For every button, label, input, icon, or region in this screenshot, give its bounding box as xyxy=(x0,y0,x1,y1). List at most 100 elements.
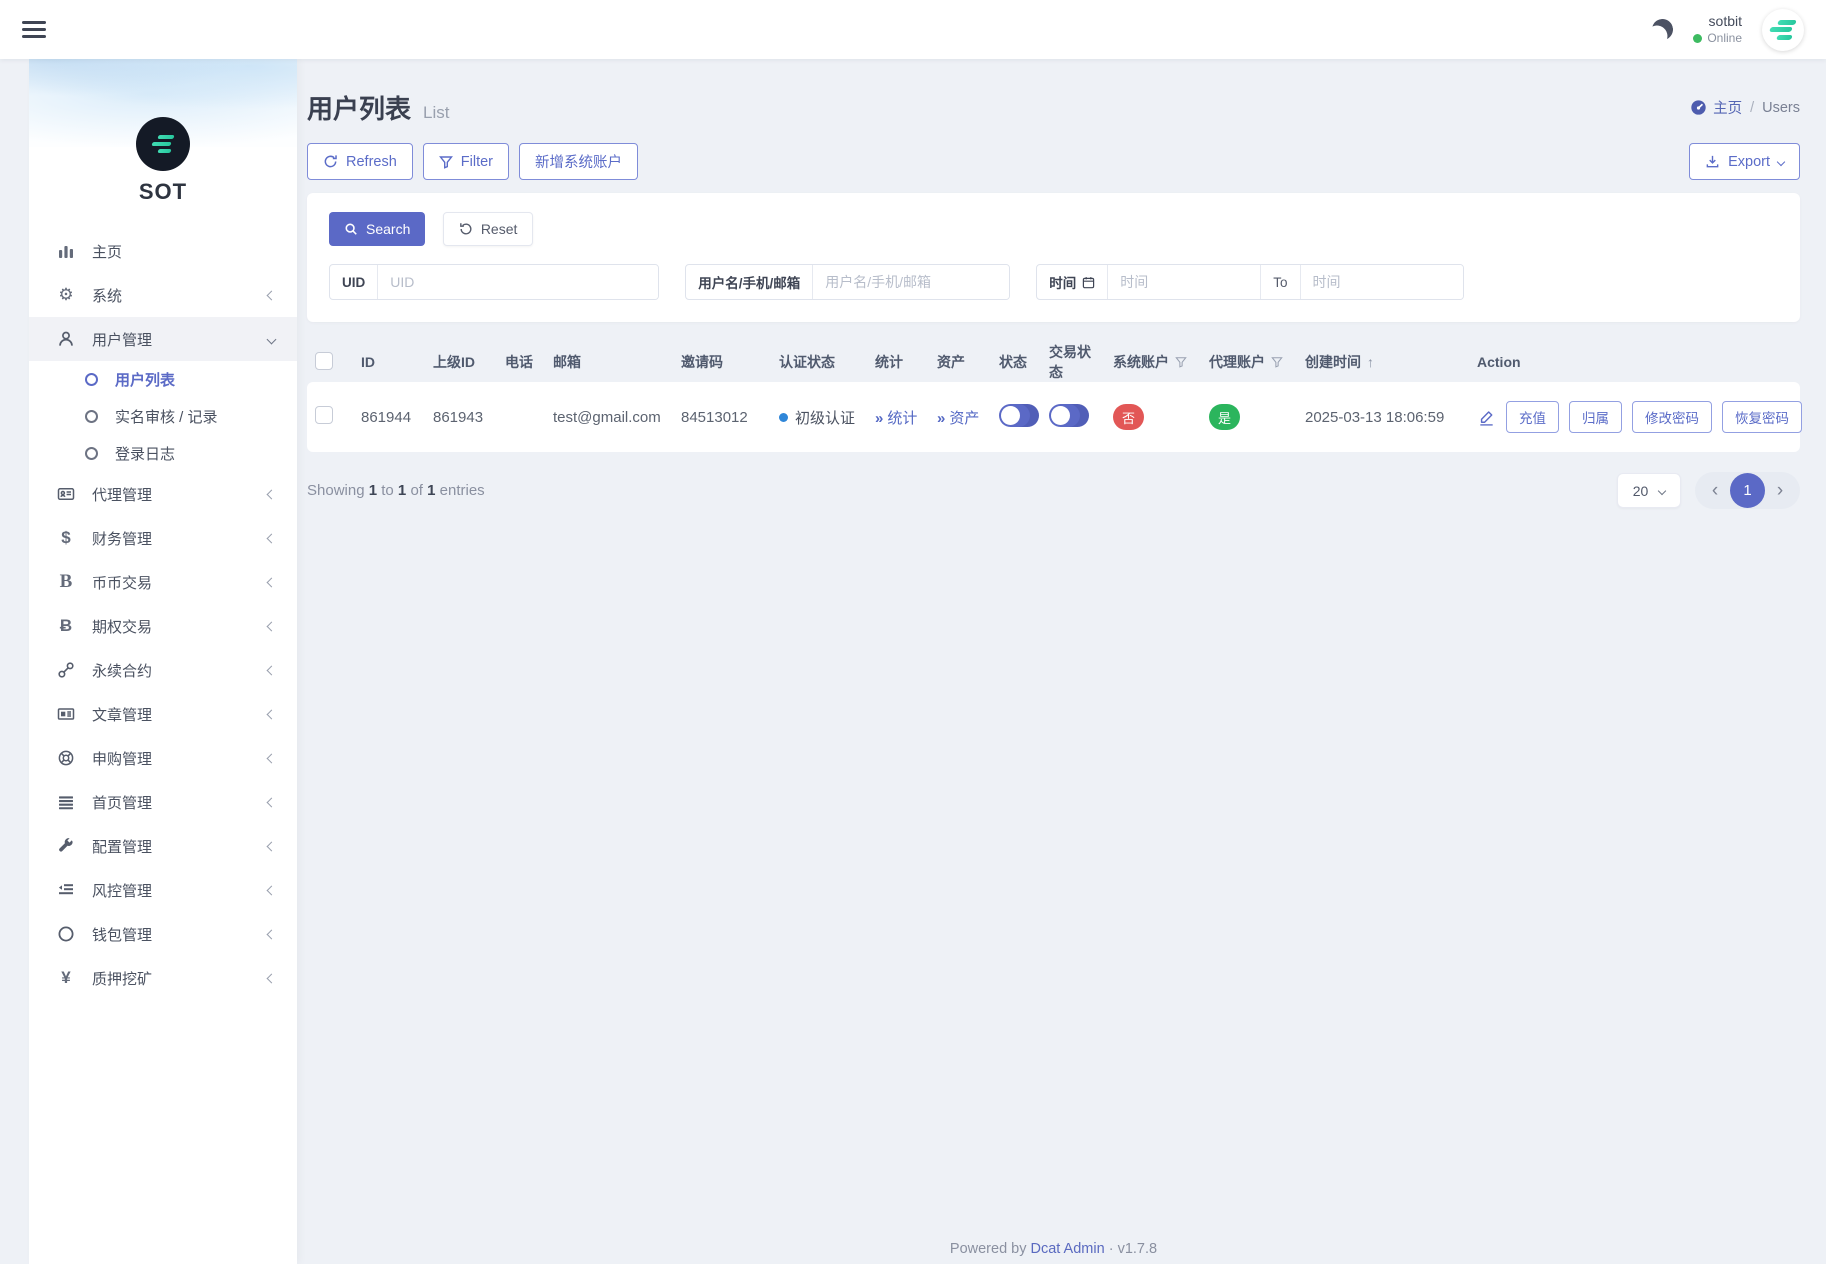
hamburger-menu-icon[interactable] xyxy=(22,21,46,38)
avatar[interactable] xyxy=(1762,8,1804,51)
circle-o-icon xyxy=(85,410,98,423)
filter-funnel-icon[interactable] xyxy=(1175,356,1187,368)
attribution-button[interactable]: 归属 xyxy=(1569,401,1622,433)
current-page-button[interactable]: 1 xyxy=(1730,473,1765,508)
chevron-left-icon xyxy=(266,753,277,763)
chevron-left-icon xyxy=(266,533,277,543)
user-block[interactable]: sotbit Online xyxy=(1693,13,1742,46)
sidebar-item-system[interactable]: ⚙ 系统 xyxy=(29,273,297,317)
row-checkbox[interactable] xyxy=(315,406,333,424)
trade-status-toggle[interactable] xyxy=(1049,403,1089,427)
main-content: 用户列表 List 主页 / Users Refresh Filter 新增系统… xyxy=(307,59,1802,509)
refresh-button[interactable]: Refresh xyxy=(307,143,413,180)
auth-dot-icon xyxy=(779,412,788,422)
outdent-icon xyxy=(56,881,76,899)
chevron-left-icon xyxy=(266,577,277,587)
uid-input[interactable] xyxy=(378,265,659,299)
time-to-input[interactable] xyxy=(1300,265,1463,299)
toolbar: Refresh Filter 新增系统账户 Export xyxy=(307,143,1800,180)
letter-b-icon: B xyxy=(59,571,73,592)
page-title: 用户列表 xyxy=(307,94,412,124)
chevron-left-icon xyxy=(266,973,277,983)
cell-stats: » 统计 xyxy=(867,382,929,452)
sidebar-item-subscription-management[interactable]: 申购管理 xyxy=(29,736,297,780)
sidebar-subitem-user-list[interactable]: 用户列表 xyxy=(29,361,297,398)
circle-o-icon xyxy=(85,373,98,386)
col-id: ID xyxy=(361,354,375,370)
assets-link[interactable]: » 资产 xyxy=(937,410,979,427)
select-all-checkbox[interactable] xyxy=(315,351,333,370)
cell-assets: » 资产 xyxy=(929,382,991,452)
cell-system-account: 否 xyxy=(1105,382,1201,452)
col-email: 邮箱 xyxy=(553,354,581,370)
uid-label: UID xyxy=(330,265,379,299)
chain-link-icon xyxy=(56,661,76,679)
username: sotbit xyxy=(1708,13,1742,30)
stats-link[interactable]: » 统计 xyxy=(875,410,917,427)
col-invite-code: 邀请码 xyxy=(681,354,723,370)
wrench-icon xyxy=(56,837,76,855)
next-page-arrow[interactable]: › xyxy=(1765,481,1795,500)
export-button[interactable]: Export xyxy=(1689,143,1800,180)
add-system-account-button[interactable]: 新增系统账户 xyxy=(519,143,639,180)
dark-mode-moon-icon[interactable] xyxy=(1650,17,1675,42)
chevron-down-icon xyxy=(266,334,277,344)
sidebar-item-options-trading[interactable]: Ƀ 期权交易 xyxy=(29,604,297,648)
time-filter-group: 时间 To xyxy=(1036,264,1464,300)
uid-filter-group: UID xyxy=(329,264,660,300)
filter-funnel-icon[interactable] xyxy=(1271,356,1283,368)
funnel-icon xyxy=(438,155,453,169)
time-label: 时间 xyxy=(1037,265,1109,299)
sort-up-icon[interactable]: ↑ xyxy=(1367,354,1374,370)
recharge-button[interactable]: 充值 xyxy=(1506,401,1559,433)
cell-auth-status: 初级认证 xyxy=(771,382,867,452)
chevron-left-icon xyxy=(266,841,277,851)
sidebar-item-perpetual-contract[interactable]: 永续合约 xyxy=(29,648,297,692)
search-button[interactable]: Search xyxy=(329,212,426,246)
sidebar-item-agent-management[interactable]: 代理管理 xyxy=(29,472,297,516)
sidebar-item-staking-mining[interactable]: ¥ 质押挖矿 xyxy=(29,956,297,1000)
chevron-left-icon xyxy=(266,885,277,895)
change-password-button[interactable]: 修改密码 xyxy=(1632,401,1712,433)
table-row: 861944 861943 test@gmail.com 84513012 初级… xyxy=(307,382,1802,452)
dollar-icon: $ xyxy=(61,528,71,547)
sidebar-item-finance-management[interactable]: $ 财务管理 xyxy=(29,516,297,560)
sidebar-item-config-management[interactable]: 配置管理 xyxy=(29,824,297,868)
brand-logo xyxy=(136,117,190,171)
chevron-down-icon xyxy=(1776,157,1786,166)
sidebar-item-homepage-management[interactable]: 首页管理 xyxy=(29,780,297,824)
sidebar-menu: 主页 ⚙ 系统 用户管理 用户列表 实名审核 / 记录 登录日志 代理管理 $ … xyxy=(29,229,297,1000)
sidebar-item-risk-management[interactable]: 风控管理 xyxy=(29,868,297,912)
sidebar-item-wallet-management[interactable]: 钱包管理 xyxy=(29,912,297,956)
dashboard-icon xyxy=(1691,100,1706,115)
col-assets: 资产 xyxy=(937,354,965,370)
sidebar-item-home[interactable]: 主页 xyxy=(29,229,297,273)
breadcrumb-home[interactable]: 主页 xyxy=(1690,97,1742,118)
account-input[interactable] xyxy=(813,265,1010,299)
dcat-admin-link[interactable]: Dcat Admin xyxy=(1031,1241,1105,1257)
reset-button[interactable]: Reset xyxy=(442,212,534,246)
sidebar-subitem-login-log[interactable]: 登录日志 xyxy=(29,435,297,472)
per-page-select[interactable]: 20 xyxy=(1617,473,1681,508)
online-dot-icon xyxy=(1693,33,1703,43)
download-icon xyxy=(1706,155,1719,168)
sidebar-subitem-kyc-records[interactable]: 实名审核 / 记录 xyxy=(29,398,297,435)
yen-icon: ¥ xyxy=(61,968,71,987)
restore-password-button[interactable]: 恢复密码 xyxy=(1722,401,1802,433)
filter-button[interactable]: Filter xyxy=(422,143,510,180)
chevron-left-icon xyxy=(266,290,277,300)
newspaper-icon xyxy=(56,705,76,723)
cell-created-at: 2025-03-13 18:06:59 xyxy=(1297,382,1469,452)
sidebar-item-spot-trading[interactable]: B 币币交易 xyxy=(29,560,297,604)
col-trade-status: 交易状态 xyxy=(1049,344,1091,380)
sidebar-item-user-management[interactable]: 用户管理 xyxy=(29,317,297,361)
breadcrumb-current: Users xyxy=(1762,99,1800,116)
sidebar-item-article-management[interactable]: 文章管理 xyxy=(29,692,297,736)
edit-pencil-icon[interactable] xyxy=(1477,408,1496,427)
col-system-account: 系统账户 xyxy=(1105,342,1201,382)
status-toggle[interactable] xyxy=(999,403,1039,427)
cell-agent-account: 是 xyxy=(1201,382,1297,452)
prev-page-arrow[interactable]: ‹ xyxy=(1700,481,1730,500)
time-from-input[interactable] xyxy=(1108,265,1261,299)
col-phone: 电话 xyxy=(505,354,533,370)
